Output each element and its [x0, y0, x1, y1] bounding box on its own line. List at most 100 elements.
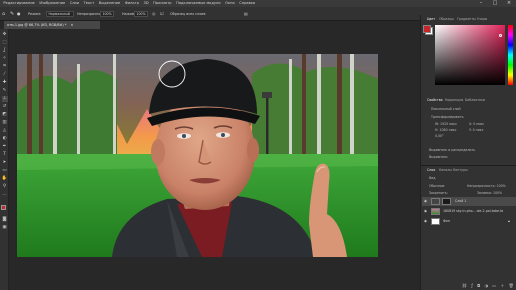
eye-icon[interactable]: ◉	[424, 197, 427, 206]
eye-icon[interactable]: ◉	[424, 217, 427, 226]
link-layers-icon[interactable]: ⛓	[462, 283, 467, 288]
brush-size-icon[interactable]: ●	[17, 7, 21, 21]
magic-wand-icon[interactable]: ✧	[2, 56, 8, 62]
transform-x[interactable]: X: 0 пикс	[469, 122, 484, 126]
menu-item-type[interactable]: Текст	[84, 1, 95, 5]
menu-item-layers[interactable]: Слои	[70, 1, 79, 5]
stamp-tool-icon[interactable]: ✎	[10, 7, 14, 21]
sample-layers-icon[interactable]: ▤	[244, 7, 248, 21]
hue-slider[interactable]	[508, 25, 513, 85]
quick-mask-icon[interactable]: ◙	[2, 217, 8, 223]
tab-gradients[interactable]: Градиенты	[457, 16, 476, 22]
foreground-color-swatch[interactable]	[1, 205, 6, 210]
mode-label: Режим:	[28, 12, 42, 16]
transform-y[interactable]: Y: 0 пикс	[469, 128, 483, 132]
crop-tool-icon[interactable]: ⌗	[2, 64, 8, 70]
transform-label[interactable]: Трансформировать	[431, 115, 463, 119]
eraser-tool-icon[interactable]: ◩	[2, 112, 8, 118]
tab-adjustments[interactable]: Коррекция	[445, 97, 463, 103]
new-layer-icon[interactable]: ＋	[500, 283, 504, 288]
flow-field[interactable]: 100%	[134, 11, 148, 17]
tab-channels[interactable]: Каналы	[439, 167, 452, 173]
layer-name[interactable]: Фон	[443, 217, 450, 226]
document-image[interactable]	[17, 54, 378, 257]
menu-item-view[interactable]: Просмотр	[153, 1, 171, 5]
gradient-tool-icon[interactable]: ▥	[2, 120, 8, 126]
clone-stamp-tool-icon[interactable]: ⊥	[1, 96, 8, 102]
lock-icon: 🔒︎	[508, 219, 510, 223]
maximize-icon[interactable]: □	[488, 0, 502, 7]
lasso-tool-icon[interactable]: ʆ	[2, 48, 8, 54]
menu-item-window[interactable]: Окно	[225, 1, 235, 5]
align-label[interactable]: Выровнять и распределить	[429, 148, 475, 152]
new-group-icon[interactable]: ▭	[492, 283, 496, 288]
blur-tool-icon[interactable]: ◬	[2, 128, 8, 134]
transform-angle[interactable]: 0,00°	[435, 134, 444, 138]
tab-paths[interactable]: Контуры	[453, 167, 468, 173]
eyedropper-tool-icon[interactable]: ⁄	[2, 72, 8, 78]
history-brush-icon[interactable]: ↺	[2, 104, 8, 110]
eye-icon[interactable]: ◉	[424, 207, 427, 216]
move-tool-icon[interactable]: ✥	[2, 32, 8, 38]
document-tab-close-icon[interactable]: ×	[71, 23, 74, 27]
pressure-icon[interactable]: ◎	[152, 7, 156, 21]
layer-mask-thumbnail	[442, 198, 451, 205]
adjustment-layer-icon[interactable]: ◑	[485, 283, 489, 288]
aligned-checkbox-icon[interactable]: ☑	[160, 7, 164, 21]
transform-height[interactable]: H: 1080 пикс	[435, 128, 456, 132]
layer-filter-kind[interactable]: Вид	[429, 176, 435, 180]
foreground-color-chip[interactable]	[422, 24, 431, 33]
tab-patterns[interactable]: Узоры	[477, 16, 487, 22]
shape-tool-icon[interactable]: ▭	[2, 168, 8, 174]
layer-name[interactable]: 180819 sky-in-pho... ole-2-pol-tabe-fo	[443, 207, 503, 216]
pen-tool-icon[interactable]: ✒	[2, 144, 8, 150]
tab-libraries[interactable]: Библиотеки	[465, 97, 485, 103]
menu-item-plugins[interactable]: Подключаемые модули	[176, 1, 220, 5]
menu-item-image[interactable]: Изображение	[39, 1, 65, 5]
zoom-tool-icon[interactable]: ⚲	[2, 184, 8, 190]
menu-item-3d[interactable]: 3D	[144, 1, 149, 5]
add-mask-icon[interactable]: ◘	[477, 283, 480, 288]
document-tab[interactable]: отм-1.jpg @ 66,7% (ИЗ, RGB/8#) * ×	[4, 21, 100, 29]
healing-brush-icon[interactable]: ✚	[2, 80, 8, 86]
transform-width[interactable]: W: 1920 пикс	[435, 122, 457, 126]
more-tools-icon[interactable]: …	[2, 192, 8, 198]
mode-select[interactable]: Нормальный	[46, 11, 74, 17]
layer-thumbnail	[431, 208, 440, 215]
menu-item-select[interactable]: Выделение	[99, 1, 120, 5]
minimize-icon[interactable]: –	[474, 0, 488, 7]
right-panel: Цвет Образцы Градиенты Узоры Свойства Ко…	[420, 15, 516, 290]
marquee-tool-icon[interactable]: ⬚	[2, 40, 8, 46]
color-picker-field[interactable]	[435, 25, 505, 85]
opacity-field[interactable]: 100%	[100, 11, 114, 17]
path-select-icon[interactable]: ➤	[2, 160, 8, 166]
layer-row-3[interactable]: ◉ Фон 🔒︎	[422, 217, 516, 226]
menu-item-edit[interactable]: Редактирование	[3, 1, 34, 5]
type-tool-icon[interactable]: T	[2, 152, 8, 158]
blend-mode-select[interactable]: Обычные	[429, 184, 444, 188]
home-icon[interactable]: ⌂	[2, 7, 5, 21]
layer-opacity[interactable]: Непрозрачность: 100%	[467, 184, 506, 188]
layer-row-1[interactable]: ◉ Слой 1	[422, 197, 516, 206]
dodge-tool-icon[interactable]: ◐	[2, 136, 8, 142]
menu-item-filter[interactable]: Фильтр	[125, 1, 139, 5]
tab-layers[interactable]: Слои	[427, 167, 435, 173]
picker-handle[interactable]	[499, 34, 502, 37]
document-tab-title: отм-1.jpg @ 66,7% (ИЗ, RGB/8#) *	[7, 23, 67, 27]
layer-fill[interactable]: Заливка: 100%	[477, 191, 502, 195]
menu-item-help[interactable]: Справка	[239, 1, 255, 5]
tab-color[interactable]: Цвет	[427, 16, 435, 22]
hand-tool-icon[interactable]: ✋	[2, 176, 8, 182]
brush-tool-icon[interactable]: ✎	[2, 88, 8, 94]
close-icon[interactable]: ×	[502, 0, 516, 7]
screen-mode-icon[interactable]: ▣	[2, 225, 8, 231]
layer-name[interactable]: Слой 1	[455, 197, 466, 206]
fx-icon[interactable]: ƒ	[471, 283, 472, 288]
layer-row-2[interactable]: ◉ 180819 sky-in-pho... ole-2-pol-tabe-fo	[422, 207, 516, 216]
layer-thumbnail	[431, 218, 440, 225]
tab-swatches[interactable]: Образцы	[439, 16, 454, 22]
panel-divider	[421, 165, 516, 166]
sample-label[interactable]: Образец всех слоев	[170, 7, 206, 21]
delete-layer-icon[interactable]: 🗑︎	[509, 283, 514, 288]
tab-properties[interactable]: Свойства	[427, 97, 443, 103]
